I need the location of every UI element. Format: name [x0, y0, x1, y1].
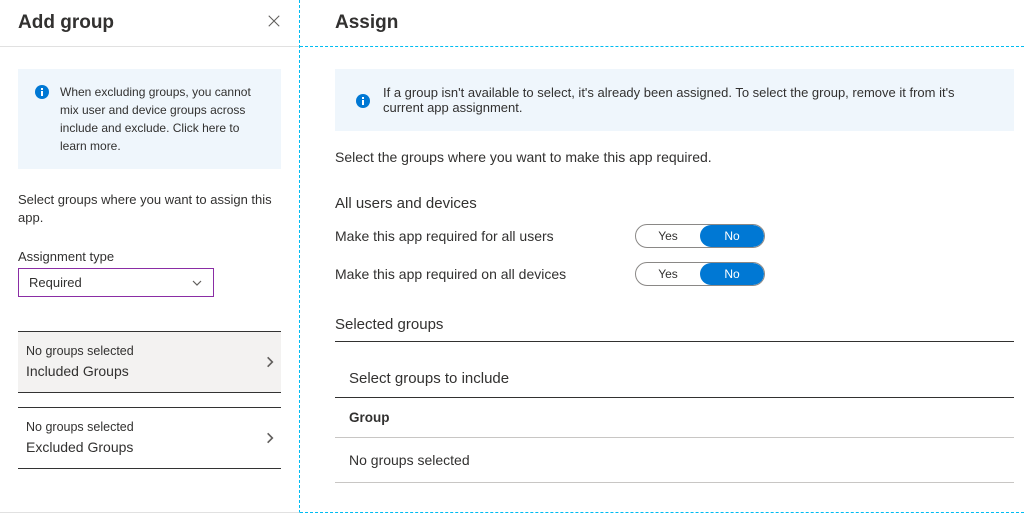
toggle-yes[interactable]: Yes	[636, 225, 700, 247]
info-icon	[34, 84, 50, 100]
instruction-text: Select the groups where you want to make…	[335, 149, 1014, 165]
all-users-devices-heading: All users and devices	[335, 195, 1014, 212]
assignment-type-label: Assignment type	[18, 249, 281, 264]
selected-groups-heading: Selected groups	[335, 316, 1014, 342]
assignment-type-dropdown[interactable]: Required	[18, 268, 214, 297]
toggle-row-all-devices: Make this app required on all devices Ye…	[335, 262, 1014, 286]
chevron-down-icon	[191, 277, 203, 289]
excluded-groups-item[interactable]: No groups selected Excluded Groups	[18, 407, 281, 469]
chevron-right-icon	[263, 355, 277, 369]
left-panel-header: Add group	[0, 0, 299, 47]
add-group-panel: Add group When excluding groups, you can…	[0, 0, 300, 513]
left-info-banner[interactable]: When excluding groups, you cannot mix us…	[18, 69, 281, 169]
group-column-header: Group	[335, 398, 1014, 438]
close-button[interactable]	[267, 14, 281, 33]
left-info-text: When excluding groups, you cannot mix us…	[60, 83, 265, 155]
right-info-banner: If a group isn't available to select, it…	[335, 69, 1014, 131]
assign-title: Assign	[335, 12, 1024, 34]
right-panel-header: Assign	[335, 0, 1024, 46]
included-groups-item[interactable]: No groups selected Included Groups	[18, 331, 281, 393]
toggle-label-all-devices: Make this app required on all devices	[335, 266, 635, 282]
toggle-all-devices[interactable]: Yes No	[635, 262, 765, 286]
included-status: No groups selected	[26, 342, 134, 361]
excluded-label: Excluded Groups	[26, 437, 134, 458]
info-icon	[355, 93, 371, 109]
close-icon	[267, 14, 281, 28]
excluded-status: No groups selected	[26, 418, 134, 437]
select-groups-include[interactable]: Select groups to include	[335, 370, 1014, 398]
groups-empty-text: No groups selected	[335, 438, 1014, 483]
toggle-all-users[interactable]: Yes No	[635, 224, 765, 248]
assign-panel: Assign If a group isn't available to sel…	[300, 0, 1024, 513]
select-groups-text: Select groups where you want to assign t…	[18, 191, 281, 227]
toggle-row-all-users: Make this app required for all users Yes…	[335, 224, 1014, 248]
toggle-no[interactable]: No	[700, 263, 764, 285]
chevron-right-icon	[263, 431, 277, 445]
toggle-yes[interactable]: Yes	[636, 263, 700, 285]
add-group-title: Add group	[18, 12, 114, 34]
included-label: Included Groups	[26, 361, 134, 382]
toggle-label-all-users: Make this app required for all users	[335, 228, 635, 244]
toggle-no[interactable]: No	[700, 225, 764, 247]
right-info-text: If a group isn't available to select, it…	[383, 85, 994, 115]
assignment-type-value: Required	[29, 275, 82, 290]
